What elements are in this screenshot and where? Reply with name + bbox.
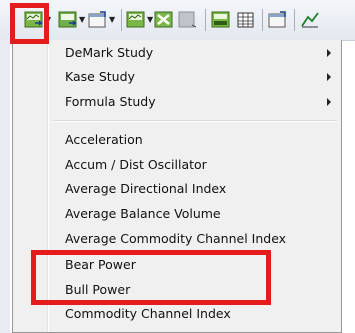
close-chart-icon	[154, 11, 173, 28]
close-chart-button[interactable]	[154, 8, 174, 32]
submenu-arrow-icon	[327, 98, 331, 106]
settings-icon	[268, 11, 286, 28]
table-icon	[237, 12, 254, 28]
table-button[interactable]	[236, 8, 256, 32]
menu-item-label: Acceleration	[65, 132, 143, 147]
menu-item-label: Kase Study	[65, 69, 135, 84]
menu-item-commodity-channel-index[interactable]: Commodity Channel Index	[13, 302, 341, 326]
blank-chart-icon	[178, 11, 197, 28]
menu-item-bear-power[interactable]: Bear Power	[13, 253, 341, 277]
menu-item-label: Average Balance Volume	[65, 206, 221, 221]
menu-separator	[53, 120, 337, 122]
toolbar: ▼ ▼ ▼ ▼	[0, 0, 355, 41]
menu-item-average-directional-index[interactable]: Average Directional Index	[13, 177, 341, 201]
toolbar-separator	[294, 9, 295, 31]
price-chart-button[interactable]: ▼	[126, 8, 153, 32]
menu-item-acceleration[interactable]: Acceleration	[13, 128, 341, 152]
chart-properties-button[interactable]: ▼	[88, 8, 115, 32]
menu-item-formula-study[interactable]: Formula Study	[13, 90, 341, 114]
menu-item-label: Average Directional Index	[65, 181, 227, 196]
trend-chart-button[interactable]	[300, 8, 320, 32]
menu-item-label: Commodity Channel Index	[65, 306, 231, 321]
menu-item-demark-study[interactable]: DeMark Study	[13, 41, 341, 65]
chevron-down-icon[interactable]: ▼	[109, 16, 115, 24]
menu-item-label: Bull Power	[65, 282, 131, 297]
menu-item-bull-power[interactable]: Bull Power	[13, 278, 341, 302]
bar-chart-button[interactable]	[211, 8, 231, 32]
chevron-down-icon[interactable]: ▼	[147, 16, 153, 24]
chart-properties-icon	[88, 11, 106, 28]
menu-item-label: Average Commodity Channel Index	[65, 231, 287, 246]
trend-chart-icon	[301, 12, 319, 28]
indicator-dropdown-menu: DeMark Study Kase Study Formula Study Ac…	[12, 40, 342, 333]
toolbar-separator	[262, 9, 263, 31]
menu-item-accum-dist-oscillator[interactable]: Accum / Dist Oscillator	[13, 153, 341, 177]
menu-item-average-commodity-channel-index[interactable]: Average Commodity Channel Index	[13, 227, 341, 251]
menu-item-average-balance-volume[interactable]: Average Balance Volume	[13, 202, 341, 226]
study-insert-button[interactable]: ▼	[58, 8, 85, 32]
study-insert-icon	[58, 11, 77, 28]
menu-item-label: Bear Power	[65, 257, 136, 272]
chevron-down-icon[interactable]: ▼	[79, 16, 85, 24]
indicator-insert-icon	[24, 11, 43, 28]
price-chart-icon	[126, 11, 145, 28]
submenu-arrow-icon	[327, 49, 331, 57]
menu-item-label: Formula Study	[65, 94, 156, 109]
menu-item-label: DeMark Study	[65, 45, 154, 60]
submenu-arrow-icon	[327, 73, 331, 81]
menu-item-kase-study[interactable]: Kase Study	[13, 65, 341, 89]
indicator-insert-button[interactable]: ▼	[24, 8, 51, 32]
left-panel-edge	[0, 40, 10, 333]
toolbar-separator	[121, 9, 122, 31]
blank-chart-button[interactable]	[178, 8, 198, 32]
menu-item-label: Accum / Dist Oscillator	[65, 157, 207, 172]
bar-chart-icon	[211, 11, 230, 28]
toolbar-separator	[205, 9, 206, 31]
settings-button[interactable]	[268, 8, 288, 32]
chevron-down-icon[interactable]: ▼	[45, 16, 51, 24]
